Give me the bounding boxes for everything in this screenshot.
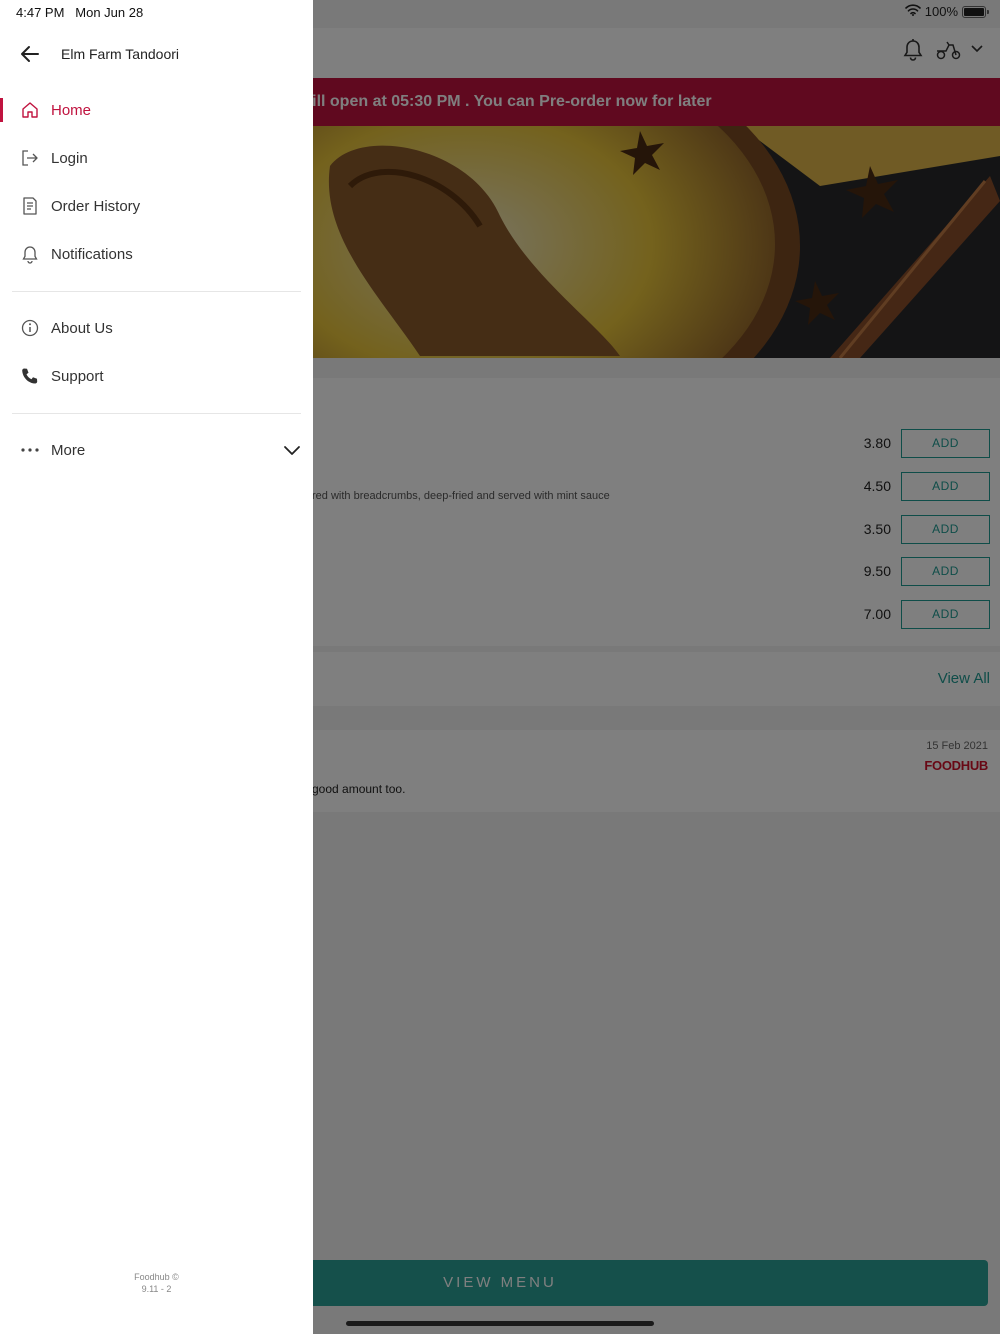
menu-item-label: Support <box>51 368 104 385</box>
status-time: 4:47 PM Mon Jun 28 <box>16 5 144 20</box>
drawer-header: Elm Farm Tandoori <box>0 36 313 72</box>
navigation-drawer: Elm Farm Tandoori Home Login Order Histo… <box>0 0 313 1334</box>
menu-item-label: Order History <box>51 198 141 215</box>
menu-divider <box>12 413 301 414</box>
info-icon <box>20 318 40 338</box>
menu-item-order-history[interactable]: Order History <box>0 186 313 226</box>
chevron-down-icon[interactable] <box>283 441 301 464</box>
phone-icon <box>20 366 40 386</box>
more-dots-icon <box>20 440 40 460</box>
status-bar: 4:47 PM Mon Jun 28 100% <box>0 0 1000 24</box>
restaurant-name: Elm Farm Tandoori <box>61 46 180 62</box>
battery-percent: 100% <box>924 4 958 19</box>
menu-item-label: Home <box>51 102 92 119</box>
wifi-icon <box>904 4 921 19</box>
battery-icon <box>962 5 989 18</box>
menu-item-more[interactable]: More <box>0 430 313 470</box>
login-icon <box>20 148 40 168</box>
menu-item-support[interactable]: Support <box>0 356 313 396</box>
menu-item-label: Login <box>51 150 88 167</box>
menu-item-label: Notifications <box>51 246 133 263</box>
menu-item-login[interactable]: Login <box>0 138 313 178</box>
menu-item-notifications[interactable]: Notifications <box>0 234 313 274</box>
status-indicators: 100% <box>904 4 989 19</box>
copyright-text: Foodhub © <box>134 1272 179 1282</box>
bell-icon <box>20 244 40 264</box>
back-arrow-icon[interactable] <box>18 42 42 71</box>
menu-item-about-us[interactable]: About Us <box>0 308 313 348</box>
home-icon <box>20 100 40 120</box>
menu-item-label: More <box>51 442 86 459</box>
menu-item-label: About Us <box>51 320 113 337</box>
version-text: 9.11 - 2 <box>141 1284 172 1294</box>
receipt-icon <box>20 196 40 216</box>
home-indicator[interactable] <box>346 1321 654 1326</box>
menu-item-home[interactable]: Home <box>0 90 313 130</box>
active-indicator <box>0 98 3 122</box>
menu-divider <box>12 291 301 292</box>
app-version-footer: Foodhub © 9.11 - 2 <box>0 1271 313 1295</box>
